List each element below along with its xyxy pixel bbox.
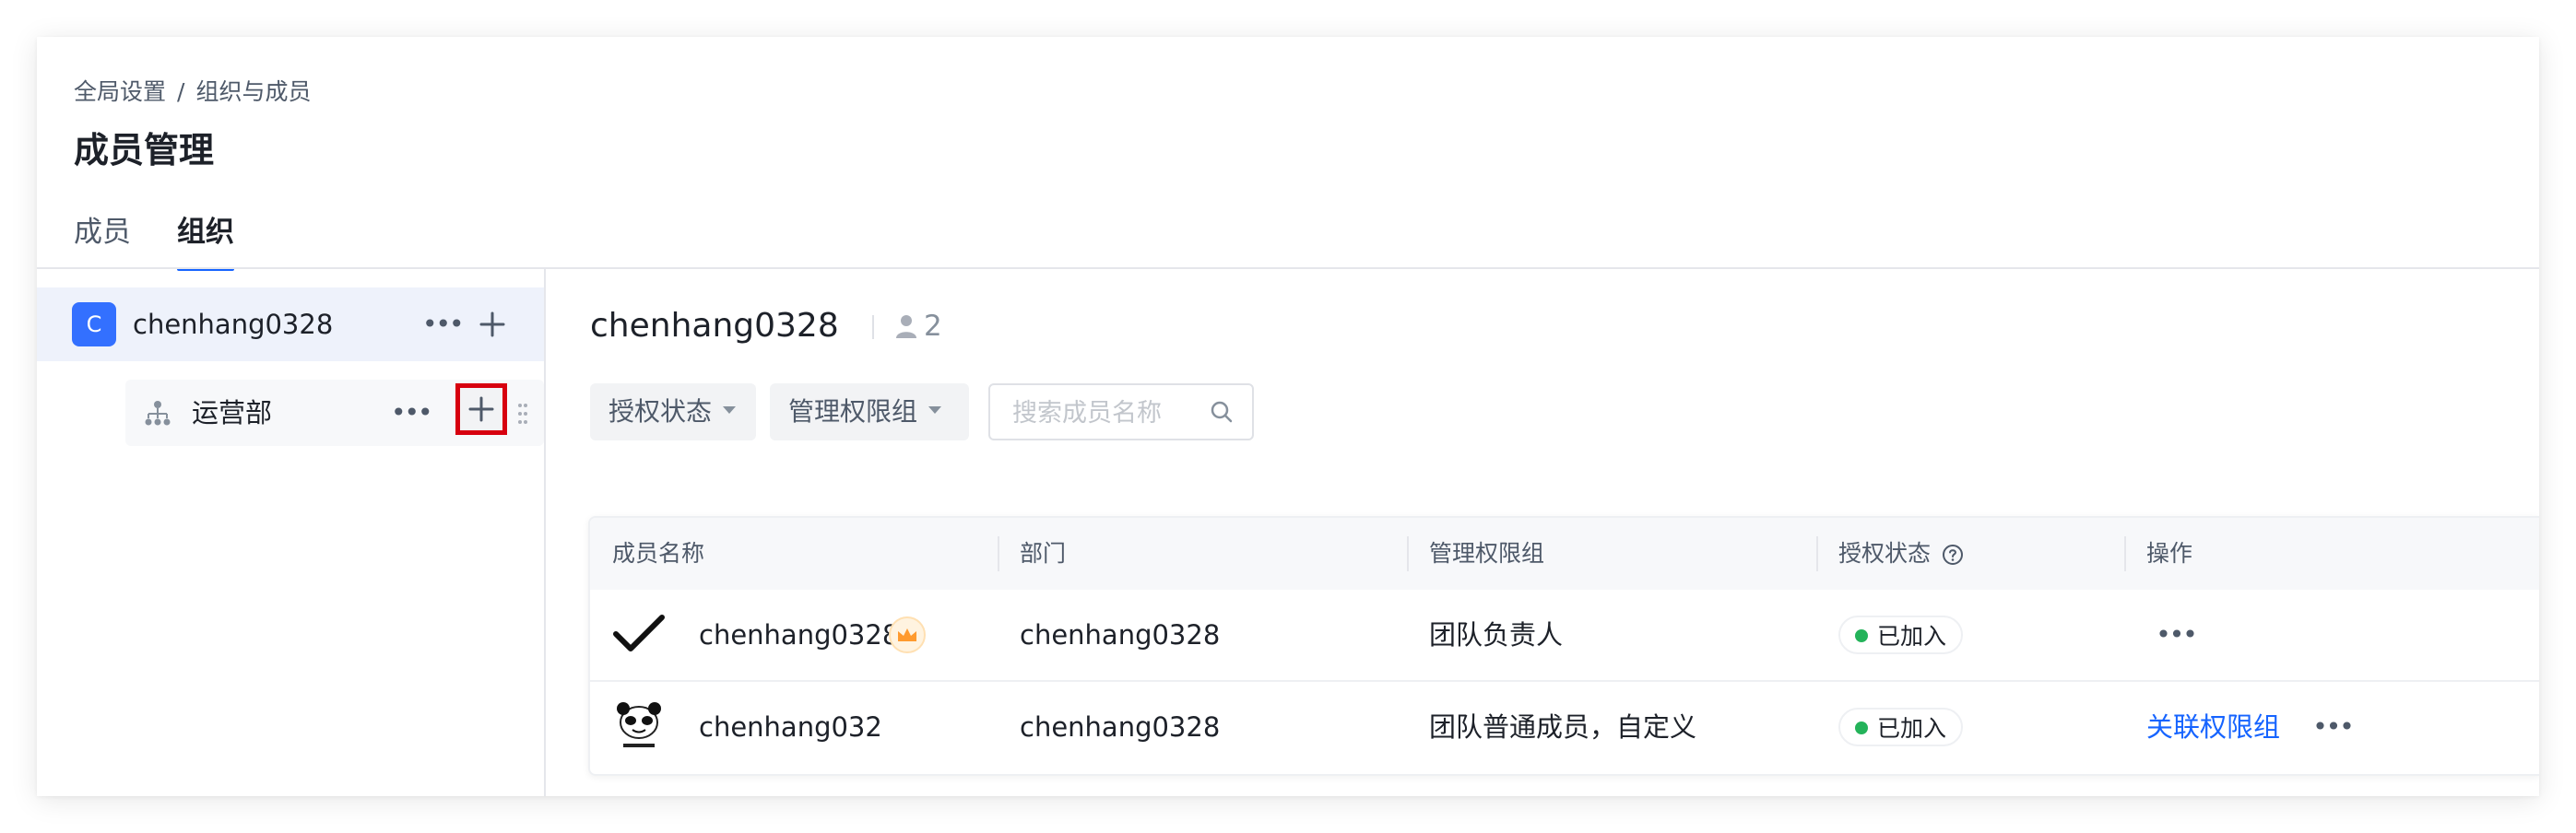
- org-tree-sidebar: C chenhang0328 ••• 运营部 •••: [37, 269, 546, 796]
- member-search: [988, 383, 1254, 440]
- plus-icon: [468, 396, 494, 422]
- column-header-actions: 操作: [2146, 540, 2193, 567]
- tree-node-root[interactable]: C chenhang0328 •••: [37, 287, 544, 361]
- link-permission-group-link[interactable]: 关联权限组: [2146, 682, 2280, 772]
- tree-node-operations-label: 运营部: [192, 397, 273, 428]
- checkmark-avatar: [613, 615, 665, 651]
- permission-group-filter[interactable]: 管理权限组: [770, 383, 969, 440]
- tree-node-operations[interactable]: 运营部 •••: [125, 380, 544, 446]
- org-avatar: C: [72, 302, 116, 346]
- column-header-name: 成员名称: [612, 540, 705, 567]
- panda-meme-avatar: [612, 700, 666, 754]
- tab-bar: 成员 组织: [74, 212, 234, 271]
- breadcrumb-separator: /: [177, 78, 185, 105]
- breadcrumb-current: 组织与成员: [195, 78, 312, 105]
- member-department: chenhang0328: [1020, 711, 1221, 743]
- status-badge: 已加入: [1838, 708, 1964, 746]
- help-icon[interactable]: [1942, 544, 1964, 566]
- ellipsis-icon[interactable]: •••: [2156, 615, 2198, 655]
- column-header-status: 授权状态: [1838, 518, 1964, 590]
- table-header: 成员名称 部门 管理权限组 授权状态 操作: [590, 518, 2539, 590]
- tab-organization[interactable]: 组织: [177, 212, 234, 271]
- member-permission-group: 团队普通成员，自定义: [1429, 711, 1697, 743]
- permission-group-filter-label: 管理权限组: [788, 396, 918, 427]
- column-divider: [1407, 536, 1409, 571]
- person-icon: [896, 315, 916, 338]
- status-dot: [1855, 629, 1868, 642]
- search-input[interactable]: [990, 385, 1217, 440]
- org-title: chenhang0328: [590, 307, 839, 345]
- caret-down-icon: [928, 406, 942, 414]
- column-header-permission-group: 管理权限组: [1429, 540, 1545, 567]
- tree-node-root-label: chenhang0328: [133, 309, 334, 340]
- org-detail-panel: chenhang0328 2 授权状态 管理权限组 成员名称: [546, 269, 2539, 796]
- column-divider: [2124, 536, 2126, 571]
- plus-icon[interactable]: [470, 302, 514, 346]
- member-name: chenhang0328: [699, 619, 900, 651]
- ellipsis-icon[interactable]: •••: [422, 306, 465, 343]
- title-separator: [872, 315, 874, 339]
- org-structure-icon: [145, 401, 171, 426]
- members-table: 成员名称 部门 管理权限组 授权状态 操作 chenhang0328 chenh…: [588, 516, 2539, 776]
- column-divider: [1816, 536, 1818, 571]
- status-dot: [1855, 722, 1868, 734]
- tab-members[interactable]: 成员: [74, 212, 131, 271]
- member-department: chenhang0328: [1020, 619, 1221, 651]
- member-name: chenhang032: [699, 711, 882, 743]
- auth-status-filter[interactable]: 授权状态: [590, 383, 756, 440]
- caret-down-icon: [723, 406, 737, 414]
- auth-status-filter-label: 授权状态: [609, 396, 713, 427]
- member-permission-group: 团队负责人: [1429, 619, 1564, 651]
- member-count-value: 2: [924, 310, 942, 343]
- status-label: 已加入: [1877, 715, 1947, 742]
- column-divider: [998, 536, 999, 571]
- settings-card: 全局设置 / 组织与成员 成员管理 成员 组织 C chenhang0328 •••…: [37, 37, 2539, 796]
- status-label: 已加入: [1877, 623, 1947, 650]
- ellipsis-icon[interactable]: •••: [2312, 707, 2355, 747]
- table-row: chenhang032 chenhang0328 团队普通成员，自定义 已加入 …: [590, 682, 2539, 772]
- column-header-department: 部门: [1020, 540, 1067, 567]
- breadcrumb-root[interactable]: 全局设置: [74, 78, 166, 105]
- page-title: 成员管理: [74, 130, 215, 170]
- breadcrumb: 全局设置 / 组织与成员: [74, 74, 311, 107]
- ellipsis-icon[interactable]: •••: [391, 394, 433, 431]
- column-header-status-label: 授权状态: [1838, 540, 1932, 567]
- table-row: chenhang0328 chenhang0328 团队负责人 已加入 •••: [590, 590, 2539, 680]
- crown-icon: [889, 616, 926, 653]
- member-count: 2: [894, 306, 942, 346]
- drag-handle-icon[interactable]: [516, 400, 529, 428]
- status-badge: 已加入: [1838, 616, 1964, 654]
- search-icon[interactable]: [1210, 400, 1234, 424]
- add-suborg-button-highlighted[interactable]: [455, 383, 507, 435]
